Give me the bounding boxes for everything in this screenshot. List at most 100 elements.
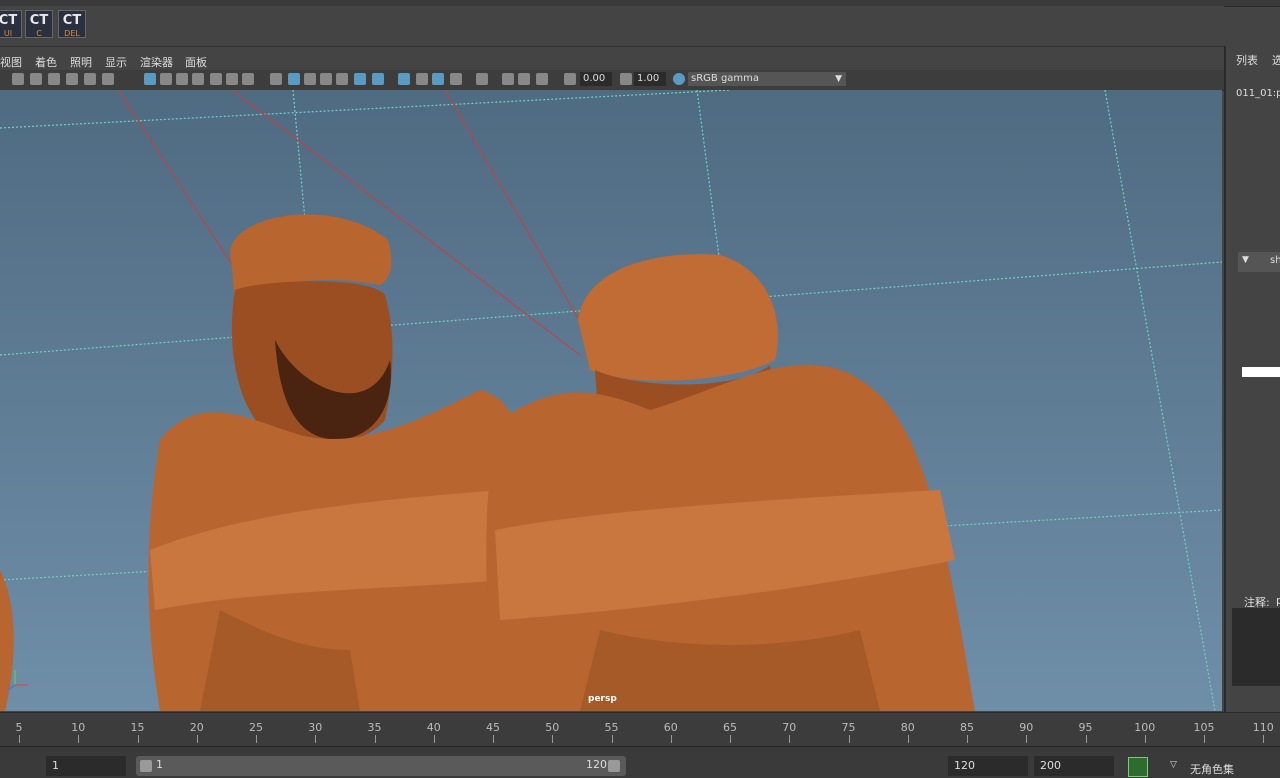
exposure-field[interactable]: 0.00 xyxy=(580,72,612,86)
menu-show[interactable]: 显示 xyxy=(105,54,127,70)
field-chart-icon[interactable] xyxy=(210,73,222,85)
resolution-gate-icon[interactable] xyxy=(176,73,188,85)
notes-value: p xyxy=(1276,594,1280,607)
time-tick xyxy=(967,735,968,743)
time-tick-label: 20 xyxy=(189,721,204,734)
xray-joints-icon[interactable] xyxy=(432,73,444,85)
shelf-button-ct-del[interactable]: CT DEL xyxy=(58,10,86,38)
shelf-button-label: CT xyxy=(0,13,18,28)
gate-mask-icon[interactable] xyxy=(192,73,204,85)
film-gate-icon[interactable] xyxy=(160,73,172,85)
range-slider-bar: 1 1 120 120 200 ▽ 无角色集 xyxy=(0,746,1280,778)
frustum-line xyxy=(444,90,586,331)
time-tick-label: 45 xyxy=(486,721,500,734)
time-tick-label: 10 xyxy=(71,721,86,734)
backface-culling-icon[interactable] xyxy=(450,73,462,85)
time-tick-label: 75 xyxy=(841,721,856,734)
viewport-persp[interactable]: persp xyxy=(0,90,1222,711)
time-tick xyxy=(1144,735,1146,743)
gamma-field[interactable]: 1.00 xyxy=(634,72,666,86)
shelf-button-sublabel: C xyxy=(36,29,42,38)
color-space-value: sRGB gamma xyxy=(691,73,760,84)
color-swatch[interactable] xyxy=(1242,367,1280,377)
frame-all-icon[interactable] xyxy=(502,73,514,85)
range-slider[interactable]: 1 120 xyxy=(136,756,626,776)
shelf: CT UI CT C CT DEL xyxy=(0,6,1224,47)
time-tick-label: 105 xyxy=(1193,721,1215,734)
smooth-shade-icon[interactable] xyxy=(288,73,300,85)
camera-attributes-icon[interactable] xyxy=(30,73,42,85)
select-camera-icon[interactable] xyxy=(476,73,488,85)
shelf-button-ct-c[interactable]: CT C xyxy=(25,10,53,38)
color-space-dropdown[interactable]: sRGB gamma ▼ xyxy=(688,72,846,86)
section-header[interactable]: ▼ sh xyxy=(1238,252,1280,272)
use-all-lights-icon[interactable] xyxy=(336,73,348,85)
chevron-down-icon[interactable]: ▽ xyxy=(1170,760,1177,770)
time-tick-label: 25 xyxy=(249,721,263,734)
color-management-icon[interactable] xyxy=(673,73,685,85)
selected-object-name[interactable]: 011_01:p xyxy=(1236,88,1280,99)
shadows-icon[interactable] xyxy=(354,73,366,85)
menu-renderer[interactable]: 渲染器 xyxy=(140,54,173,70)
time-tick-label: 95 xyxy=(1078,721,1093,734)
menu-lighting[interactable]: 照明 xyxy=(70,54,92,70)
time-tick xyxy=(433,735,435,743)
image-plane-icon[interactable] xyxy=(66,73,78,85)
grease-pencil-icon[interactable] xyxy=(102,73,114,85)
time-tick-label: 40 xyxy=(426,721,441,734)
notes-textarea[interactable] xyxy=(1232,608,1280,686)
two-d-zoom-icon[interactable] xyxy=(536,73,548,85)
panel-menu-bar: 视图 着色 照明 显示 渲染器 面板 xyxy=(0,52,1224,70)
safe-title-icon[interactable] xyxy=(242,73,254,85)
character-set-label[interactable]: 无角色集 xyxy=(1190,761,1234,777)
left-figure-sculpture xyxy=(148,214,520,711)
wireframe-on-shaded-icon[interactable] xyxy=(304,73,316,85)
bookmark-icon[interactable] xyxy=(48,73,60,85)
grid-line xyxy=(0,90,731,129)
ambient-occlusion-icon[interactable] xyxy=(372,73,384,85)
exposure-icon[interactable] xyxy=(564,73,576,85)
menu-panels[interactable]: 面板 xyxy=(185,54,207,70)
panel-toolbar: 0.00 1.00 sRGB gamma ▼ xyxy=(0,70,1224,91)
isolate-select-icon[interactable] xyxy=(398,73,410,85)
time-tick-label: 60 xyxy=(663,721,678,734)
grid-icon[interactable] xyxy=(144,73,156,85)
time-tick-label: 55 xyxy=(604,721,619,734)
wireframe-icon[interactable] xyxy=(270,73,282,85)
range-slider-end-value: 120 xyxy=(586,758,607,771)
gamma-icon[interactable] xyxy=(620,73,632,85)
time-tick-label: 65 xyxy=(723,721,737,734)
time-slider[interactable]: 5 10 15 20 25 30 35 40 45 50 55 60 65 70 75 80 85 90 95 100… xyxy=(0,712,1280,747)
start-frame-field[interactable]: 1 xyxy=(46,756,126,776)
time-tick xyxy=(493,735,494,743)
chevron-down-icon: ▼ xyxy=(835,74,842,84)
time-tick xyxy=(19,735,20,743)
menu-shading[interactable]: 着色 xyxy=(35,54,57,70)
tab-select[interactable]: 选 xyxy=(1272,52,1280,68)
viewport-scene xyxy=(0,90,1222,711)
time-tick xyxy=(552,735,554,743)
time-tick xyxy=(1263,735,1265,743)
left-figure-edge xyxy=(0,570,14,711)
textured-icon[interactable] xyxy=(320,73,332,85)
time-tick-label: 5 xyxy=(15,721,23,734)
end-frame-field[interactable]: 120 xyxy=(948,756,1028,776)
auto-key-icon[interactable] xyxy=(1128,757,1148,777)
menu-view[interactable]: 视图 xyxy=(0,54,22,70)
anim-end-field[interactable]: 200 xyxy=(1034,756,1114,776)
camera-icon[interactable] xyxy=(12,73,24,85)
safe-action-icon[interactable] xyxy=(226,73,238,85)
time-tick xyxy=(848,735,850,743)
tab-list[interactable]: 列表 xyxy=(1236,52,1258,68)
time-tick-label: 30 xyxy=(308,721,323,734)
two-d-pan-icon[interactable] xyxy=(84,73,96,85)
range-slider-start-handle[interactable] xyxy=(140,760,152,772)
range-slider-end-handle[interactable] xyxy=(608,760,620,772)
grid-line xyxy=(292,90,306,221)
range-slider-start-value: 1 xyxy=(156,758,163,771)
shelf-button-sublabel: DEL xyxy=(64,29,80,38)
xray-icon[interactable] xyxy=(416,73,428,85)
time-tick xyxy=(611,735,613,743)
frame-selection-icon[interactable] xyxy=(518,73,530,85)
shelf-button-ct-ui[interactable]: CT UI xyxy=(0,10,22,38)
